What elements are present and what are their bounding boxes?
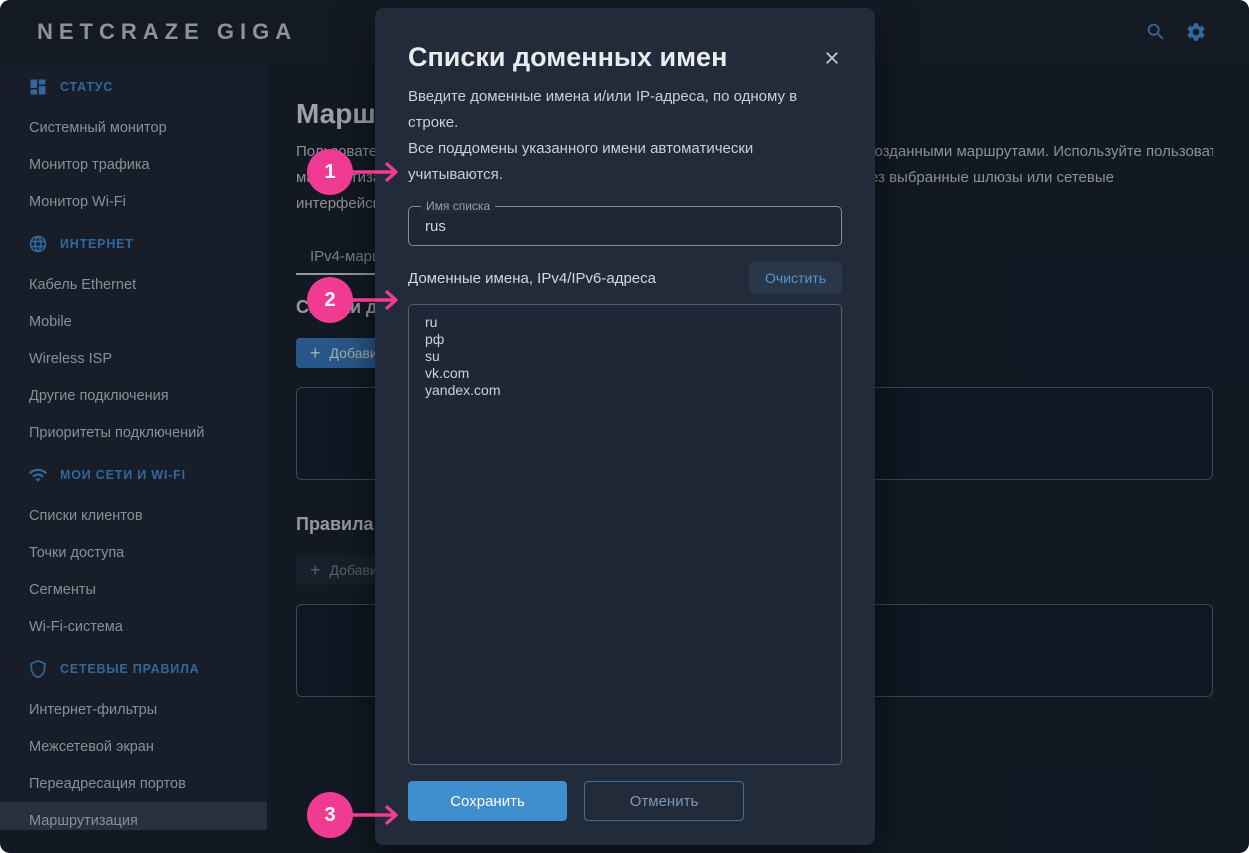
domains-textarea-wrap: ru рф su vk.com yandex.com	[408, 304, 842, 765]
list-name-field: Имя списка	[408, 206, 842, 246]
domains-label: Доменные имена, IPv4/IPv6-адреса	[408, 270, 656, 287]
list-name-label: Имя списка	[421, 199, 495, 213]
annotation-badge-1: 1	[307, 149, 353, 195]
close-icon[interactable]	[822, 48, 842, 68]
dialog-title: Списки доменных имен	[408, 42, 842, 72]
annotation-badge-2: 2	[307, 277, 353, 323]
annotation-arrow-3	[351, 803, 405, 827]
clear-button[interactable]: Очистить	[749, 262, 842, 294]
app-window: NETCRAZE GIGA СТАТУССистемный мониторМон…	[0, 0, 1249, 853]
domains-textarea[interactable]: ru рф su vk.com yandex.com	[409, 305, 841, 764]
dialog-description: Введите доменные имена и/или IP-адреса, …	[408, 84, 842, 188]
annotation-badge-3: 3	[307, 792, 353, 838]
cancel-button[interactable]: Отменить	[584, 781, 744, 821]
annotation-arrow-2	[351, 288, 405, 312]
save-button[interactable]: Сохранить	[408, 781, 567, 821]
dialog-description-line: Введите доменные имена и/или IP-адреса, …	[408, 84, 842, 136]
dialog-description-line: Все поддомены указанного имени автоматич…	[408, 136, 842, 188]
domain-lists-dialog: Списки доменных имен Введите доменные им…	[375, 8, 875, 845]
annotation-arrow-1	[351, 160, 405, 184]
